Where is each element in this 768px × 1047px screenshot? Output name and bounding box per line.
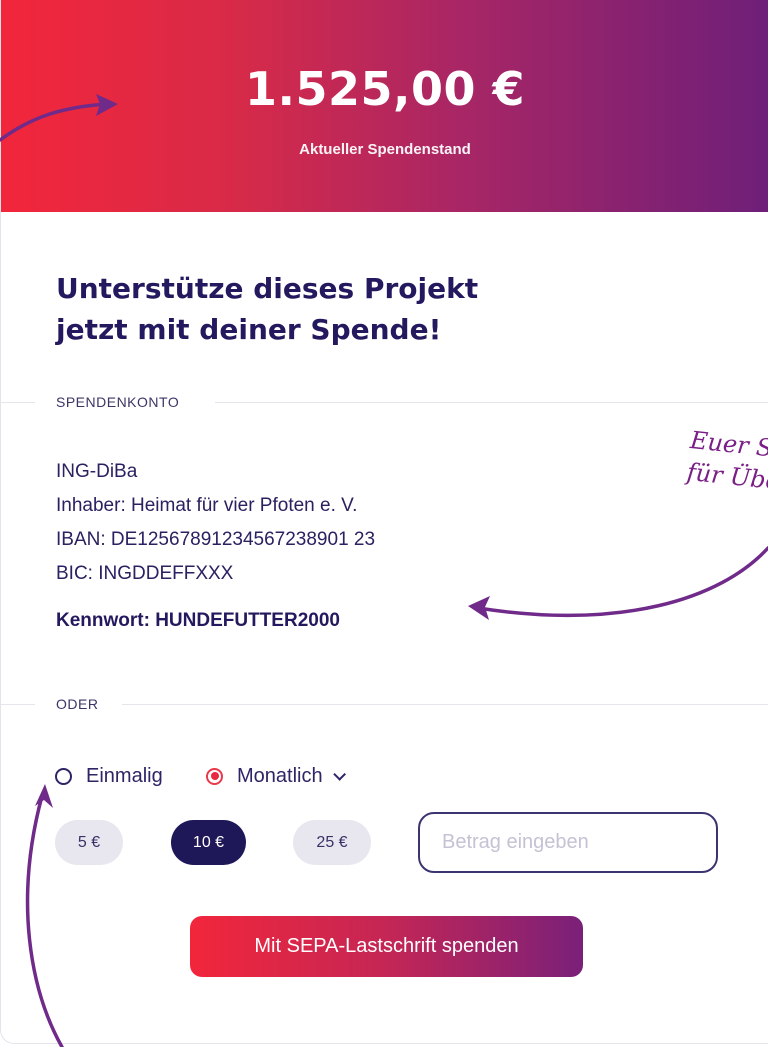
frequency-option-label: Monatlich: [237, 764, 323, 787]
handwritten-annotation: Euer S für Übe: [685, 424, 768, 497]
chevron-down-icon[interactable]: [332, 767, 346, 781]
payment-reference: Kennwort: HUNDEFUTTER2000: [56, 610, 340, 631]
page-title-line-2: jetzt mit deiner Spende!: [56, 313, 442, 346]
frequency-option-label: Einmalig: [86, 764, 163, 787]
frequency-option-once[interactable]: Einmalig: [55, 762, 163, 790]
donation-total-amount: 1.525,00 €: [244, 62, 525, 116]
divider-line-left: [1, 704, 35, 705]
bank-name: ING-DiBa: [56, 461, 138, 482]
custom-amount-input[interactable]: [418, 812, 718, 873]
bank-section-heading: SPENDENKONTO: [56, 394, 180, 410]
donation-total-banner: 1.525,00 € Aktueller Spendenstand: [1, 0, 768, 212]
or-divider-label: ODER: [56, 696, 99, 712]
divider-line-right: [215, 402, 768, 403]
radio-checked-icon[interactable]: [206, 767, 223, 785]
divider-line-left: [1, 402, 35, 403]
page-title: Unterstütze dieses Projekt jetzt mit dei…: [56, 268, 536, 350]
amount-preset-25[interactable]: 25 €: [293, 820, 371, 865]
frequency-option-monthly[interactable]: Monatlich: [206, 762, 346, 790]
page-title-line-1: Unterstütze dieses Projekt: [56, 272, 479, 305]
divider-line-right: [122, 704, 768, 705]
account-holder: Inhaber: Heimat für vier Pfoten e. V.: [56, 495, 358, 516]
bank-section-divider: SPENDENKONTO: [1, 392, 768, 412]
bic: BIC: INGDDEFFXXX: [56, 563, 234, 584]
donation-card: 1.525,00 € Aktueller Spendenstand Unters…: [0, 0, 768, 1044]
sepa-donate-button[interactable]: Mit SEPA-Lastschrift spenden: [190, 916, 583, 977]
iban: IBAN: DE12567891234567238901 23: [56, 529, 376, 550]
or-divider: ODER: [1, 694, 768, 714]
radio-unchecked-icon[interactable]: [55, 767, 72, 785]
donation-total-label: Aktueller Spendenstand: [299, 141, 471, 158]
amount-preset-5[interactable]: 5 €: [55, 820, 123, 865]
bank-account-details: ING-DiBa Inhaber: Heimat für vier Pfoten…: [56, 458, 375, 594]
amount-preset-10[interactable]: 10 €: [171, 820, 246, 865]
